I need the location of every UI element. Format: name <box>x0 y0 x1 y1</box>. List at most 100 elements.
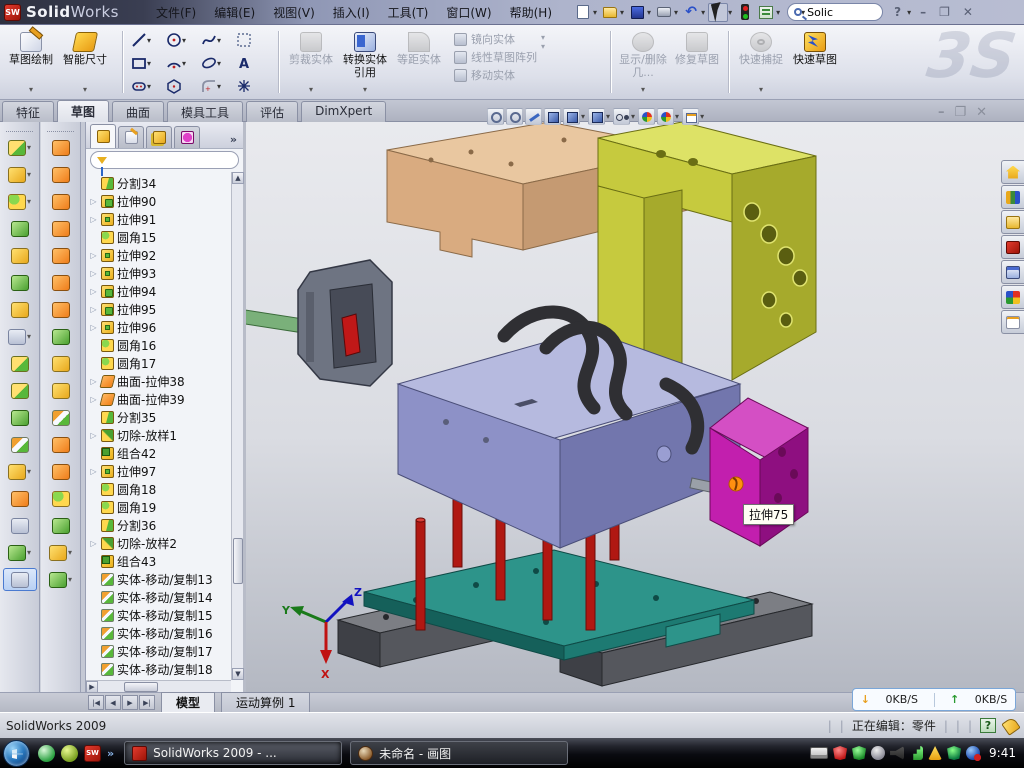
combine-bodies-icon[interactable] <box>3 406 37 429</box>
fillet-dropdown[interactable]: ▾ <box>217 82 221 91</box>
help-button[interactable]: ? <box>888 5 907 19</box>
headsup-dropdown[interactable]: ▾ <box>700 112 704 121</box>
line-tool-button[interactable]: ▾ <box>128 29 162 51</box>
parting-line-icon[interactable] <box>44 379 78 402</box>
zoom-area-icon[interactable] <box>506 108 523 125</box>
tree-item[interactable]: 分割34 <box>89 174 231 192</box>
tree-expand-arrow[interactable]: ▷ <box>89 305 98 314</box>
tree-item[interactable]: ▷ 拉伸91 <box>89 210 231 228</box>
tree-item[interactable]: 实体-移动/复制15 <box>89 606 231 624</box>
volume-tray-icon[interactable] <box>890 746 904 760</box>
knit-surface-icon[interactable] <box>44 352 78 375</box>
tree-item[interactable]: 圆角15 <box>89 228 231 246</box>
shell-icon[interactable] <box>3 244 37 267</box>
split-icon[interactable] <box>3 379 37 402</box>
tree-expand-arrow[interactable]: ▷ <box>89 467 98 476</box>
tree-expand-arrow[interactable]: ▷ <box>89 269 98 278</box>
tree-item[interactable]: ▷ 拉伸96 <box>89 318 231 336</box>
quicklaunch-icon[interactable] <box>61 745 78 762</box>
appearances-icon[interactable] <box>1001 285 1024 309</box>
planar-surface-icon[interactable] <box>44 271 78 294</box>
tree-item[interactable]: ▷ 拉伸93 <box>89 264 231 282</box>
prev-tab-button[interactable]: ◀ <box>105 695 121 710</box>
insert-mold-part-icon[interactable]: ▾ <box>44 541 78 564</box>
file-explorer-icon[interactable] <box>1001 210 1024 234</box>
zoom-fit-icon[interactable] <box>487 108 504 125</box>
sketch-fillet-button[interactable]: +▾ <box>198 75 232 97</box>
tree-item[interactable]: ▷ 拉伸90 <box>89 192 231 210</box>
smart-dimension-dropdown[interactable]: ▾ <box>83 85 87 96</box>
print-button[interactable] <box>654 3 674 22</box>
menu-item[interactable]: 工具(T) <box>379 0 438 24</box>
search-input[interactable] <box>807 6 863 19</box>
select-dropdown[interactable]: ▾ <box>728 8 732 17</box>
select-button[interactable] <box>708 3 728 22</box>
shut-off-surface-icon[interactable] <box>44 433 78 456</box>
tree-item[interactable]: ▷ 拉伸92 <box>89 246 231 264</box>
custom-properties-icon[interactable] <box>1001 310 1024 334</box>
spline-tool-button[interactable]: ▾ <box>198 29 232 51</box>
headsup-dropdown[interactable]: ▾ <box>675 112 679 121</box>
last-tab-button[interactable]: ▶| <box>139 695 155 710</box>
hide-show-items-icon[interactable] <box>613 108 630 125</box>
fillet-icon[interactable]: ▾ <box>3 190 37 213</box>
ellipse-tool-button[interactable]: ▾ <box>198 52 232 74</box>
task-button[interactable]: SolidWorks 2009 - ... <box>124 741 342 765</box>
display-style-icon[interactable] <box>588 108 605 125</box>
save-dropdown[interactable]: ▾ <box>647 8 651 17</box>
update-tray-icon[interactable] <box>871 746 885 760</box>
tree-item[interactable]: 圆角16 <box>89 336 231 354</box>
doc-minimize-button[interactable]: – <box>938 105 945 120</box>
tree-expand-arrow[interactable]: ▷ <box>89 323 98 332</box>
tree-expand-arrow[interactable]: ▷ <box>89 431 98 440</box>
linear-pattern-icon[interactable]: ▾ <box>3 325 37 348</box>
scroll-thumb-h[interactable] <box>124 682 158 692</box>
insert-part-icon[interactable]: ▾ <box>3 460 37 483</box>
rebuild-button[interactable] <box>735 3 755 22</box>
quicklaunch-overflow-chevron[interactable]: » <box>107 747 114 760</box>
helix-icon[interactable]: ▾ <box>3 541 37 564</box>
deform-icon[interactable] <box>44 244 78 267</box>
solidworks-quicklaunch-icon[interactable]: SW <box>84 745 101 762</box>
menu-item[interactable]: 文件(F) <box>147 0 205 24</box>
tree-expand-arrow[interactable]: ▷ <box>89 251 98 260</box>
tree-item[interactable]: ▷ 曲面-拉伸39 <box>89 390 231 408</box>
feature-manager-tab[interactable] <box>90 124 116 148</box>
delete-body-icon[interactable] <box>3 487 37 510</box>
ruled-surface-icon[interactable] <box>44 163 78 186</box>
point-tool-button[interactable] <box>233 75 267 97</box>
tree-item[interactable]: 圆角19 <box>89 498 231 516</box>
helix-spiral-icon[interactable]: ▾ <box>44 568 78 591</box>
tree-expand-arrow[interactable]: ▷ <box>89 287 98 296</box>
solidworks-resources-icon[interactable] <box>1001 160 1024 184</box>
options-button[interactable] <box>756 3 776 22</box>
print-dropdown[interactable]: ▾ <box>674 8 678 17</box>
tree-item[interactable]: 组合43 <box>89 552 231 570</box>
arc-tool-button[interactable]: ▾ <box>163 52 197 74</box>
polygon-tool-button[interactable] <box>163 75 197 97</box>
core-icon[interactable] <box>44 514 78 537</box>
convert-dropdown[interactable]: ▾ <box>363 85 367 96</box>
restore-button[interactable]: ❐ <box>933 5 956 19</box>
tree-item[interactable]: ▷ 曲面-拉伸38 <box>89 372 231 390</box>
tooling-split-icon[interactable] <box>44 487 78 510</box>
edit-appearance-icon[interactable] <box>638 108 655 125</box>
doc-restore-button[interactable]: ❐ <box>955 105 967 120</box>
sync-tray-icon[interactable] <box>966 746 980 760</box>
command-tab[interactable]: 评估 <box>246 101 298 122</box>
start-button[interactable] <box>3 740 30 767</box>
antivirus-tray-icon[interactable] <box>833 746 847 760</box>
headsup-dropdown[interactable]: ▾ <box>631 112 635 121</box>
task-button[interactable]: 未命名 - 画图 <box>350 741 568 765</box>
extrude-cut-icon[interactable]: ▾ <box>3 163 37 186</box>
smart-dimension-button[interactable]: 智能尺寸 ▾ <box>58 27 112 97</box>
headsup-dropdown[interactable]: ▾ <box>606 112 610 121</box>
tree-expand-arrow[interactable]: ▷ <box>89 197 98 206</box>
tree-expand-arrow[interactable]: ▷ <box>89 215 98 224</box>
tree-item[interactable]: 分割36 <box>89 516 231 534</box>
toolbar-grip[interactable] <box>6 124 33 132</box>
rapid-sketch-button[interactable]: 快速草图 <box>788 27 842 97</box>
selection-box-button[interactable] <box>233 29 267 51</box>
ellipse-dropdown[interactable]: ▾ <box>217 59 221 68</box>
panel-overflow-chevron[interactable]: » <box>230 133 241 148</box>
